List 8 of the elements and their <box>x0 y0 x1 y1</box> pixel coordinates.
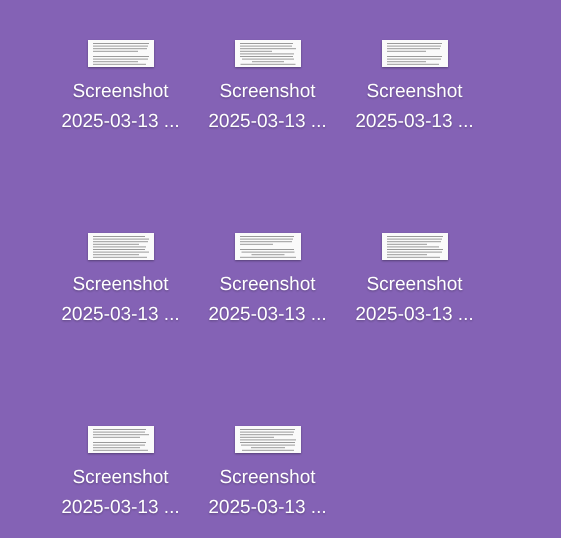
file-name[interactable]: Screenshot 2025-03-13 ... <box>48 77 193 137</box>
file-name[interactable]: Screenshot 2025-03-13 ... <box>195 463 340 523</box>
file-name[interactable]: Screenshot 2025-03-13 ... <box>195 270 340 330</box>
file-name[interactable]: Screenshot 2025-03-13 ... <box>342 270 487 330</box>
file-name[interactable]: Screenshot 2025-03-13 ... <box>48 463 193 523</box>
file-name[interactable]: Screenshot 2025-03-13 ... <box>195 77 340 137</box>
file-name[interactable]: Screenshot 2025-03-13 ... <box>342 77 487 137</box>
file-name[interactable]: Screenshot 2025-03-13 ... <box>48 270 193 330</box>
